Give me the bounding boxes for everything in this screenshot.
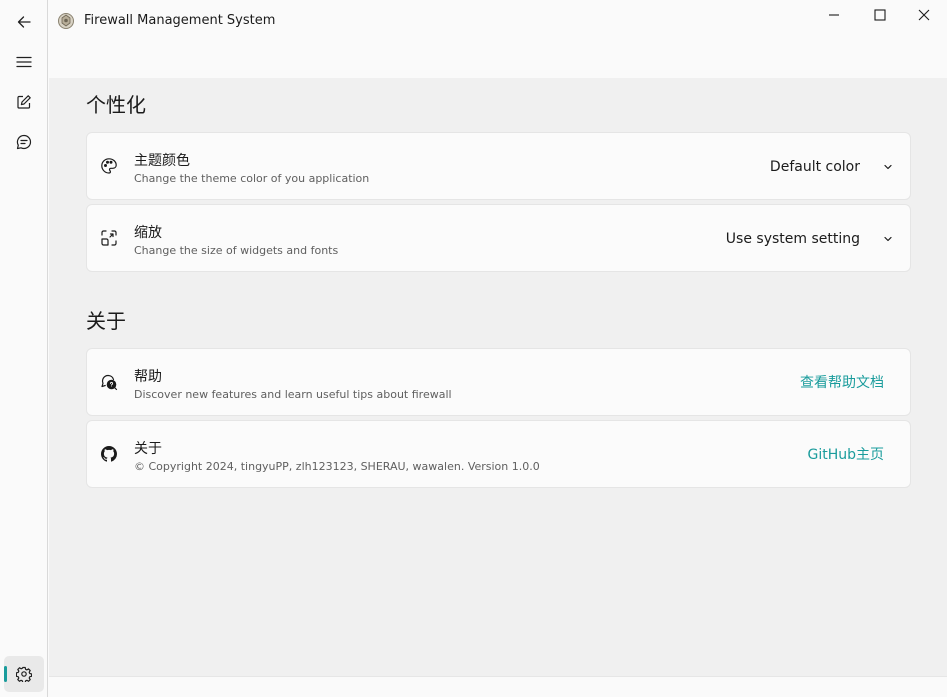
copyright-text: © Copyright 2024, tingyuPP, zlh123123, S… [134,460,540,473]
back-arrow-icon [17,16,31,28]
zoom-dropdown[interactable]: Use system setting [726,227,894,251]
help-card: 帮助 Discover new features and learn usefu… [86,348,911,416]
zoom-icon [100,229,118,247]
zoom-value: Use system setting [725,231,860,247]
help-title: 帮助 [134,369,162,385]
menu-toggle-button[interactable] [4,44,44,80]
palette-icon [100,157,118,175]
view-help-docs-link[interactable]: 查看帮助文档 [800,373,884,393]
theme-color-value: Default color [769,159,860,175]
navigation-rail [0,0,48,697]
back-button[interactable] [4,4,44,40]
window-title: Firewall Management System [84,13,276,28]
gear-icon [16,666,32,682]
hamburger-menu-icon [16,56,32,68]
minimize-button[interactable] [811,0,857,30]
theme-color-dropdown[interactable]: Default color [770,155,894,179]
close-button[interactable] [901,0,947,30]
title-bar: Firewall Management System [49,0,947,78]
about-title: 关于 [134,441,162,457]
chevron-down-icon [882,161,894,173]
status-strip [49,676,947,697]
chevron-down-icon [882,233,894,245]
nav-item-chat[interactable] [4,124,44,160]
theme-color-title: 主题颜色 [134,153,190,169]
section-title-about: 关于 [86,309,126,333]
maximize-button[interactable] [857,0,903,30]
edit-icon [17,95,31,109]
help-icon [100,373,118,391]
nav-item-edit[interactable] [4,84,44,120]
nav-item-settings[interactable] [4,656,44,692]
github-homepage-link[interactable]: GitHub主页 [807,445,884,465]
maximize-icon [874,9,886,21]
zoom-card: 缩放 Change the size of widgets and fonts … [86,204,911,272]
chat-icon [16,134,32,150]
settings-content: 个性化 主题颜色 Change the theme color of you a… [49,78,947,676]
app-logo-icon [58,13,74,29]
github-icon [100,445,118,463]
app-window: Firewall Management System 个性化 主题颜色 Chan… [0,0,947,697]
minimize-icon [829,14,839,16]
zoom-description: Change the size of widgets and fonts [134,244,339,257]
zoom-title: 缩放 [134,225,162,241]
help-description: Discover new features and learn useful t… [134,388,452,401]
theme-color-card: 主题颜色 Change the theme color of you appli… [86,132,911,200]
close-icon [918,9,930,21]
theme-color-description: Change the theme color of you applicatio… [134,172,370,185]
about-card: 关于 © Copyright 2024, tingyuPP, zlh123123… [86,420,911,488]
active-indicator [4,666,7,682]
section-title-personalization: 个性化 [86,93,146,117]
